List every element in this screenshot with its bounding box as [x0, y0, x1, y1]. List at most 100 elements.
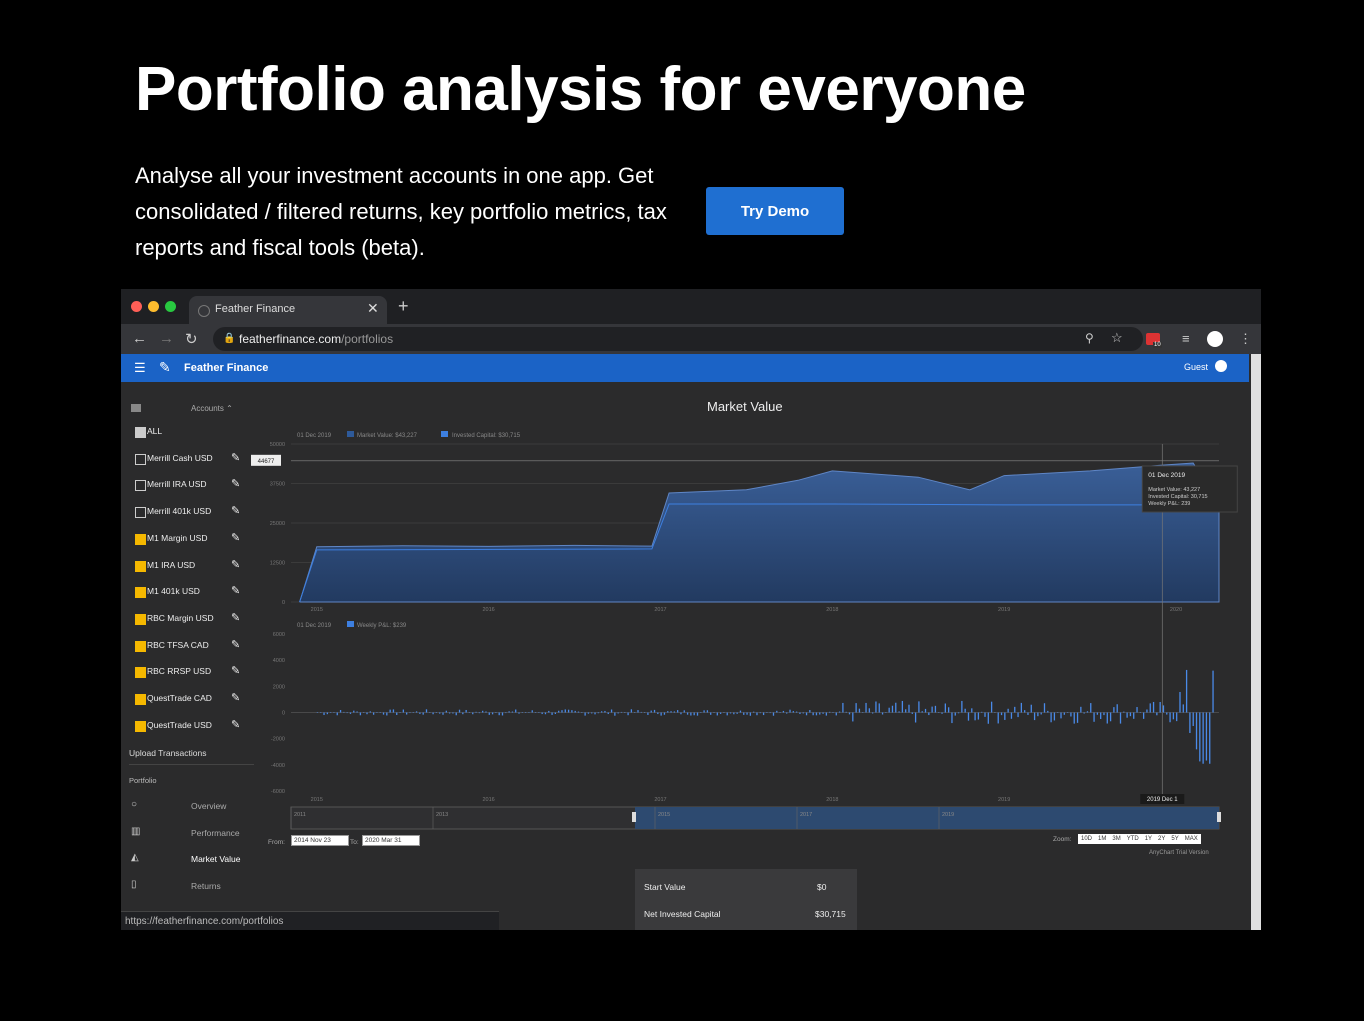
try-demo-button[interactable]: Try Demo	[706, 187, 844, 235]
account-item[interactable]: M1 401k USD ✎	[135, 584, 255, 600]
new-tab-icon[interactable]: +	[398, 296, 409, 317]
account-checkbox[interactable]	[135, 453, 146, 465]
pl-bar	[819, 712, 821, 715]
user-name[interactable]: Guest	[1184, 362, 1208, 372]
edit-account-icon[interactable]: ✎	[231, 584, 240, 597]
edit-account-icon[interactable]: ✎	[231, 531, 240, 544]
url-host: featherfinance.com	[239, 332, 342, 346]
nav-item[interactable]: Overview	[191, 801, 226, 811]
account-item[interactable]: Merrill Cash USD ✎	[135, 451, 255, 467]
edit-account-icon[interactable]: ✎	[231, 477, 240, 490]
pl-bar	[1020, 702, 1023, 713]
zoom-option-button[interactable]: 1Y	[1142, 834, 1155, 844]
legend-weekly-pl: Weekly P&L: $239	[357, 623, 407, 629]
nav-item[interactable]: Market Value	[191, 854, 240, 864]
zoom-search-icon[interactable]: ⚲	[1085, 331, 1094, 345]
edit-account-icon[interactable]: ✎	[231, 504, 240, 517]
pl-bar	[984, 712, 986, 717]
from-date-input[interactable]: 2014 Nov 23	[291, 835, 349, 846]
stats-panel: Start Value $0 Net Invested Capital $30,…	[635, 869, 857, 930]
nav-item[interactable]: Returns	[191, 881, 221, 891]
account-checkbox[interactable]	[135, 560, 146, 572]
account-checkbox[interactable]	[135, 667, 146, 679]
pl-bar	[921, 711, 923, 713]
zoom-option-button[interactable]: 10D	[1078, 834, 1095, 844]
bookmark-star-icon[interactable]: ☆	[1111, 330, 1123, 346]
edit-account-icon[interactable]: ✎	[231, 558, 240, 571]
accounts-header[interactable]: Accounts ⌃	[191, 404, 233, 413]
account-label: QuestTrade CAD	[147, 693, 212, 703]
account-checkbox[interactable]	[135, 427, 146, 438]
account-item[interactable]: Merrill 401k USD ✎	[135, 504, 255, 520]
url-input[interactable]: 🔒 featherfinance.com/portfolios ⚲ ☆	[213, 327, 1143, 351]
pl-bar	[1152, 701, 1155, 713]
playlist-icon[interactable]: ≡	[1182, 331, 1190, 346]
x-tick-label: 2019	[998, 797, 1010, 803]
to-label: To:	[350, 839, 359, 846]
pl-bar	[584, 712, 586, 716]
account-checkbox[interactable]	[135, 694, 146, 705]
pl-bar	[495, 712, 497, 713]
zoom-option-button[interactable]: YTD	[1124, 834, 1142, 844]
user-account-icon[interactable]	[1215, 360, 1227, 372]
more-menu-icon[interactable]: ⋮	[1239, 331, 1252, 347]
back-icon[interactable]: ←	[132, 330, 147, 347]
account-checkbox[interactable]	[135, 640, 146, 652]
to-date-input[interactable]: 2020 Mar 31	[362, 835, 420, 846]
account-item[interactable]: M1 IRA USD ✎	[135, 558, 255, 574]
pl-bar	[878, 703, 880, 713]
edit-account-icon[interactable]: ✎	[231, 451, 240, 464]
edit-account-icon[interactable]: ✎	[231, 664, 240, 677]
account-item[interactable]: QuestTrade USD ✎	[135, 718, 255, 734]
pl-bar	[855, 703, 857, 713]
pl-bar	[594, 712, 596, 715]
zoom-option-button[interactable]: 5Y	[1168, 834, 1181, 844]
market-value-chart[interactable]: 0 12500 25000 37500 50000 01 Dec 2019 Market V…	[251, 419, 1251, 859]
pl-bar	[931, 706, 933, 713]
account-item[interactable]: M1 Margin USD ✎	[135, 531, 255, 547]
edit-account-icon[interactable]: ✎	[231, 638, 240, 651]
account-checkbox[interactable]	[135, 533, 146, 545]
reload-icon[interactable]: ↻	[185, 330, 198, 348]
forward-icon[interactable]: →	[159, 330, 174, 347]
account-item[interactable]: QuestTrade CAD ✎	[135, 691, 255, 707]
zoom-option-button[interactable]: 1M	[1095, 834, 1109, 844]
maximize-window-icon[interactable]	[165, 301, 176, 312]
account-item[interactable]: Merrill IRA USD ✎	[135, 477, 255, 493]
extension-badge: 10	[1153, 342, 1162, 348]
account-item[interactable]: RBC TFSA CAD ✎	[135, 638, 255, 654]
account-checkbox[interactable]	[135, 587, 146, 599]
account-checkbox[interactable]	[135, 613, 146, 625]
y-tick-label: 0	[282, 600, 285, 606]
url-text: featherfinance.com/portfolios	[239, 332, 393, 346]
pl-bar	[382, 712, 385, 715]
zoom-option-button[interactable]: 3M	[1109, 834, 1123, 844]
scrollbar[interactable]	[1251, 354, 1261, 930]
account-item[interactable]: ALL	[135, 426, 255, 440]
minimize-window-icon[interactable]	[148, 301, 159, 312]
upload-transactions-link[interactable]: Upload Transactions	[129, 748, 207, 758]
close-window-icon[interactable]	[131, 301, 142, 312]
browser-tab[interactable]: Feather Finance ✕	[189, 296, 387, 324]
edit-account-icon[interactable]: ✎	[231, 691, 240, 704]
profile-icon[interactable]	[1207, 331, 1223, 347]
hamburger-menu-icon[interactable]: ☰	[134, 360, 146, 376]
account-item[interactable]: RBC RRSP USD ✎	[135, 664, 255, 680]
edit-account-icon[interactable]: ✎	[231, 611, 240, 624]
pl-bar	[1007, 708, 1009, 713]
pl-bar	[511, 711, 514, 713]
pl-bar	[832, 712, 834, 713]
pl-bar	[462, 712, 464, 715]
pl-bar	[1063, 712, 1065, 715]
account-checkbox[interactable]	[135, 720, 146, 732]
pl-bar	[1159, 701, 1161, 713]
pl-bar	[581, 712, 583, 713]
zoom-option-button[interactable]: 2Y	[1155, 834, 1168, 844]
account-checkbox[interactable]	[135, 507, 146, 519]
zoom-option-button[interactable]: MAX	[1182, 834, 1201, 844]
edit-account-icon[interactable]: ✎	[231, 718, 240, 731]
account-checkbox[interactable]	[135, 480, 146, 492]
close-tab-icon[interactable]: ✕	[367, 300, 379, 317]
account-item[interactable]: RBC Margin USD ✎	[135, 611, 255, 627]
nav-item[interactable]: Performance	[191, 828, 240, 838]
